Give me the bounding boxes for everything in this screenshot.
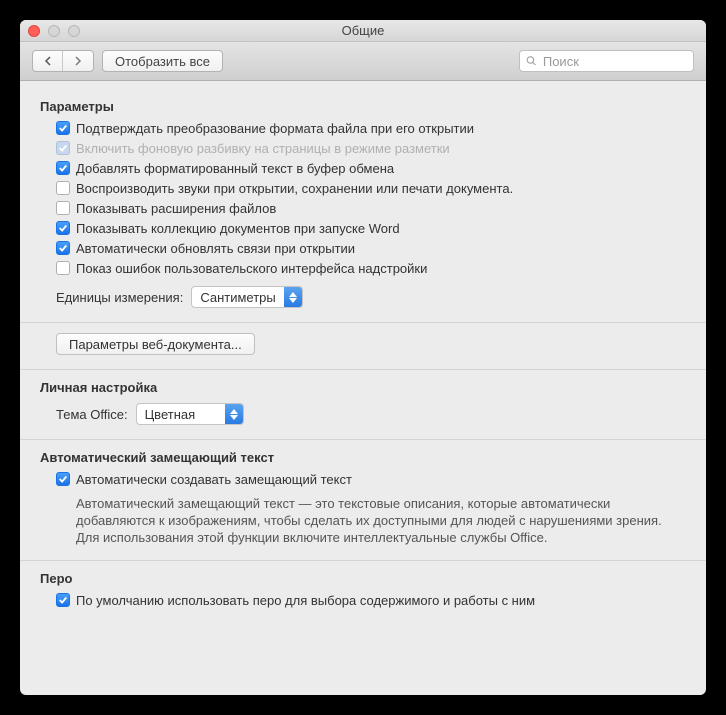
param-checkbox[interactable]	[56, 241, 70, 255]
units-row: Единицы измерения: Сантиметры	[56, 286, 686, 308]
param-checkbox[interactable]	[56, 221, 70, 235]
units-select[interactable]: Сантиметры	[191, 286, 302, 308]
param-label: Включить фоновую разбивку на страницы в …	[76, 140, 450, 158]
theme-label: Тема Office:	[56, 407, 128, 422]
forward-button[interactable]	[63, 51, 93, 71]
param-checkbox[interactable]	[56, 121, 70, 135]
alttext-checkbox[interactable]	[56, 472, 70, 486]
select-stepper-icon	[225, 404, 243, 424]
pen-checkbox-row: По умолчанию использовать перо для выбор…	[56, 592, 686, 610]
preferences-window: Общие Отобразить все Параметры Подтвержд…	[20, 20, 706, 695]
web-document-options-button[interactable]: Параметры веб-документа...	[56, 333, 255, 355]
param-label: Подтверждать преобразование формата файл…	[76, 120, 474, 138]
show-all-button[interactable]: Отобразить все	[102, 50, 223, 72]
units-label: Единицы измерения:	[56, 290, 183, 305]
section-title-pen: Перо	[40, 571, 686, 586]
pen-checkbox[interactable]	[56, 593, 70, 607]
alttext-checkbox-row: Автоматически создавать замещающий текст	[56, 471, 686, 489]
divider	[20, 322, 706, 323]
param-label: Автоматически обновлять связи при открыт…	[76, 240, 355, 258]
units-value: Сантиметры	[192, 290, 283, 305]
divider	[20, 369, 706, 370]
back-button[interactable]	[33, 51, 63, 71]
param-label: Показывать коллекцию документов при запу…	[76, 220, 400, 238]
select-stepper-icon	[284, 287, 302, 307]
param-checkbox[interactable]	[56, 201, 70, 215]
alttext-checkbox-label: Автоматически создавать замещающий текст	[76, 471, 352, 489]
param-option: Включить фоновую разбивку на страницы в …	[56, 140, 686, 158]
search-field[interactable]	[519, 50, 694, 72]
param-option: Показывать коллекцию документов при запу…	[56, 220, 686, 238]
search-icon	[526, 55, 537, 67]
titlebar: Общие	[20, 20, 706, 42]
search-input[interactable]	[541, 53, 687, 70]
param-option: Показывать расширения файлов	[56, 200, 686, 218]
param-label: Воспроизводить звуки при открытии, сохра…	[76, 180, 513, 198]
window-title: Общие	[20, 23, 706, 38]
section-title-alttext: Автоматический замещающий текст	[40, 450, 686, 465]
toolbar: Отобразить все	[20, 42, 706, 81]
pen-checkbox-label: По умолчанию использовать перо для выбор…	[76, 592, 535, 610]
nav-segment	[32, 50, 94, 72]
param-checkbox[interactable]	[56, 161, 70, 175]
param-checkbox	[56, 141, 70, 155]
param-option: Добавлять форматированный текст в буфер …	[56, 160, 686, 178]
param-option: Автоматически обновлять связи при открыт…	[56, 240, 686, 258]
divider	[20, 439, 706, 440]
window-controls	[28, 25, 80, 37]
param-label: Добавлять форматированный текст в буфер …	[76, 160, 394, 178]
minimize-icon	[48, 25, 60, 37]
theme-select[interactable]: Цветная	[136, 403, 244, 425]
param-option: Показ ошибок пользовательского интерфейс…	[56, 260, 686, 278]
content-area: Параметры Подтверждать преобразование фо…	[20, 81, 706, 695]
section-title-personal: Личная настройка	[40, 380, 686, 395]
param-option: Подтверждать преобразование формата файл…	[56, 120, 686, 138]
param-label: Показ ошибок пользовательского интерфейс…	[76, 260, 427, 278]
zoom-icon	[68, 25, 80, 37]
alttext-description: Автоматический замещающий текст — это те…	[76, 495, 686, 546]
param-checkbox[interactable]	[56, 261, 70, 275]
param-option: Воспроизводить звуки при открытии, сохра…	[56, 180, 686, 198]
theme-row: Тема Office: Цветная	[56, 403, 686, 425]
param-label: Показывать расширения файлов	[76, 200, 276, 218]
section-title-params: Параметры	[40, 99, 686, 114]
param-checkbox[interactable]	[56, 181, 70, 195]
theme-value: Цветная	[137, 407, 225, 422]
divider	[20, 560, 706, 561]
close-icon[interactable]	[28, 25, 40, 37]
